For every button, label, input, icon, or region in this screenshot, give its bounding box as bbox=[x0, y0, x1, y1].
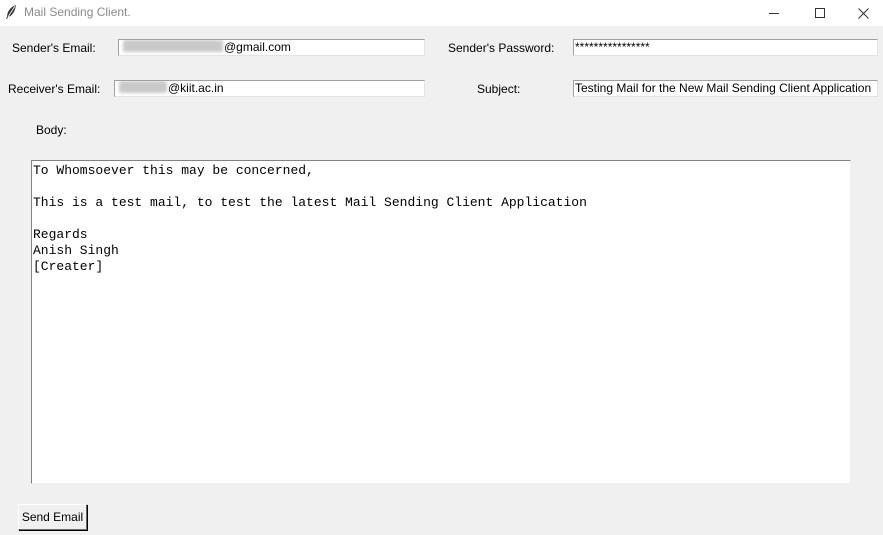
minimize-icon bbox=[769, 8, 779, 18]
send-email-button[interactable]: Send Email bbox=[18, 504, 87, 530]
sender-password-label: Sender's Password: bbox=[448, 41, 555, 55]
sender-password-field[interactable]: **************** bbox=[573, 39, 878, 56]
body-label: Body: bbox=[36, 123, 67, 137]
maximize-icon bbox=[815, 8, 825, 18]
minimize-button[interactable] bbox=[751, 0, 797, 26]
title-bar[interactable]: Mail Sending Client. bbox=[0, 0, 883, 26]
body-textarea[interactable]: To Whomsoever this may be concerned, Thi… bbox=[31, 160, 851, 484]
receiver-email-field[interactable]: @kiit.ac.in bbox=[114, 80, 425, 97]
redacted-text bbox=[123, 40, 223, 52]
maximize-button[interactable] bbox=[797, 0, 843, 26]
close-button[interactable] bbox=[843, 0, 883, 26]
subject-field[interactable]: Testing Mail for the New Mail Sending Cl… bbox=[573, 80, 878, 97]
feather-icon bbox=[4, 4, 18, 20]
sender-email-field[interactable]: @gmail.com bbox=[118, 39, 425, 56]
close-icon bbox=[857, 7, 869, 19]
sender-email-label: Sender's Email: bbox=[12, 41, 96, 55]
receiver-email-label: Receiver's Email: bbox=[8, 82, 101, 96]
window-title: Mail Sending Client. bbox=[24, 5, 131, 19]
subject-label: Subject: bbox=[477, 82, 521, 96]
redacted-text bbox=[119, 81, 167, 93]
